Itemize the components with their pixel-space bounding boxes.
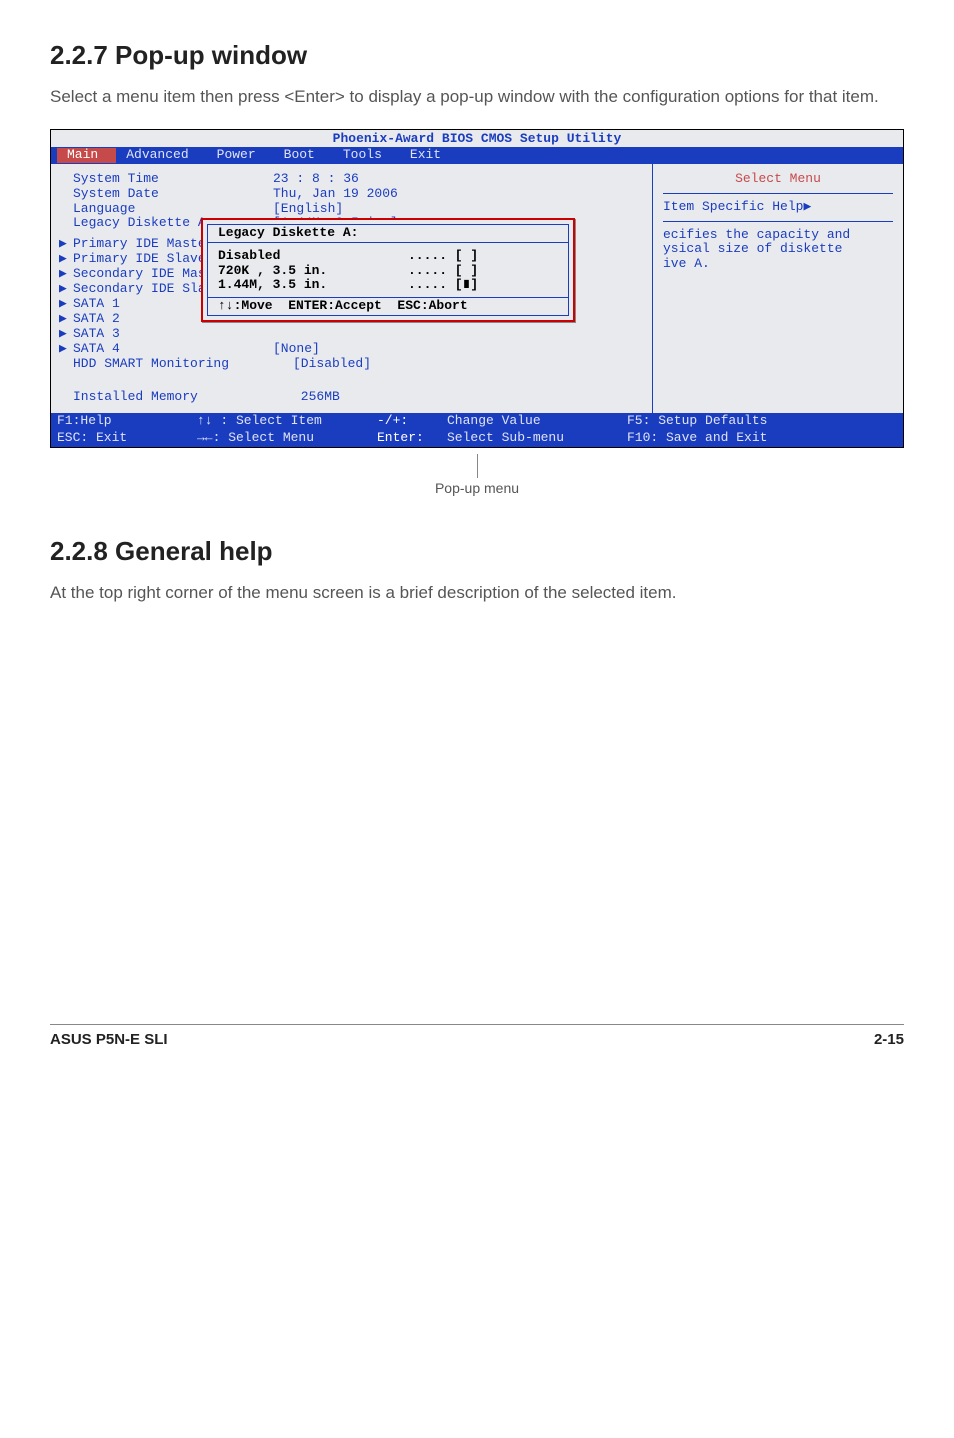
tab-boot[interactable]: Boot [274, 148, 333, 163]
popup-window: Legacy Diskette A: Disabled..... [ ] 720… [201, 218, 575, 323]
tab-exit[interactable]: Exit [400, 148, 459, 163]
footer-left: ASUS P5N-E SLI [50, 1031, 168, 1048]
popup-option-1[interactable]: 720K , 3.5 in...... [ ] [208, 264, 568, 279]
help-line-1: ecifies the capacity and [663, 228, 893, 243]
bios-left-pane: System Time23 : 8 : 36 System DateThu, J… [51, 164, 652, 413]
row-language-label: Language [73, 202, 273, 217]
row-sata4-none: [None] [273, 342, 320, 357]
bios-menubar: Main Advanced Power Boot Tools Exit [51, 147, 903, 164]
bios-footer: F1:Help ↑↓ : Select Item -/+: Change Val… [51, 413, 903, 430]
row-mem-label: Installed Memory [73, 390, 293, 405]
caption-connector-line [477, 454, 478, 478]
key-f10: F10: Save and Exit [627, 431, 897, 446]
tab-advanced[interactable]: Advanced [116, 148, 206, 163]
popup-option-0[interactable]: Disabled..... [ ] [208, 249, 568, 264]
bios-footer-2: ESC: Exit →←: Select Menu Enter: Select … [51, 430, 903, 447]
key-change-value: Change Value [447, 414, 627, 429]
help-line-2: ysical size of diskette [663, 242, 893, 257]
page-footer: ASUS P5N-E SLI 2-15 [50, 1024, 904, 1048]
row-sata3[interactable]: SATA 3 [73, 327, 273, 342]
key-f5: F5: Setup Defaults [627, 414, 897, 429]
bios-right-pane: Select Menu Item Specific Help▶ ecifies … [652, 164, 903, 413]
row-hdd-smart-label: HDD SMART Monitoring [73, 357, 293, 372]
popup-nav-hint: ↑↓:Move ENTER:Accept ESC:Abort [208, 297, 568, 315]
key-f1: F1:Help [57, 414, 197, 429]
item-specific-help: Item Specific Help▶ [663, 200, 893, 215]
help-line-3: ive A. [663, 257, 893, 272]
figure-caption: Pop-up menu [50, 454, 904, 496]
key-select-item: ↑↓ : Select Item [197, 414, 377, 429]
key-select-menu: →←: Select Menu [197, 431, 377, 446]
key-change: -/+: [377, 414, 447, 429]
row-mem-value: 256MB [293, 390, 340, 405]
footer-right: 2-15 [874, 1031, 904, 1048]
key-submenu: Select Sub-menu [447, 431, 627, 446]
tab-main[interactable]: Main [57, 148, 116, 163]
bios-window: Phoenix-Award BIOS CMOS Setup Utility Ma… [50, 129, 904, 448]
section-text-general-help: At the top right corner of the menu scre… [50, 581, 904, 605]
popup-title: Legacy Diskette A: [208, 225, 568, 242]
popup-option-2[interactable]: 1.44M, 3.5 in...... [∎] [208, 278, 568, 293]
row-system-time-label: System Time [73, 172, 273, 187]
section-heading-general-help: 2.2.8 General help [50, 536, 904, 567]
row-hdd-smart-value[interactable]: [Disabled] [293, 357, 371, 372]
right-arrow-icon: ▶ [803, 199, 811, 214]
row-system-time-value[interactable]: 23 : 8 : 36 [273, 172, 359, 187]
tab-power[interactable]: Power [207, 148, 274, 163]
row-language-value[interactable]: [English] [273, 202, 343, 217]
key-enter: Enter: [377, 431, 447, 446]
row-sata4[interactable]: SATA 4 [73, 342, 273, 357]
section-text-popup: Select a menu item then press <Enter> to… [50, 85, 904, 109]
key-esc: ESC: Exit [57, 431, 197, 446]
select-menu-title: Select Menu [663, 172, 893, 187]
row-system-date-value[interactable]: Thu, Jan 19 2006 [273, 187, 398, 202]
row-system-date-label: System Date [73, 187, 273, 202]
bios-title: Phoenix-Award BIOS CMOS Setup Utility [51, 130, 903, 147]
tab-tools[interactable]: Tools [333, 148, 400, 163]
section-heading-popup: 2.2.7 Pop-up window [50, 40, 904, 71]
